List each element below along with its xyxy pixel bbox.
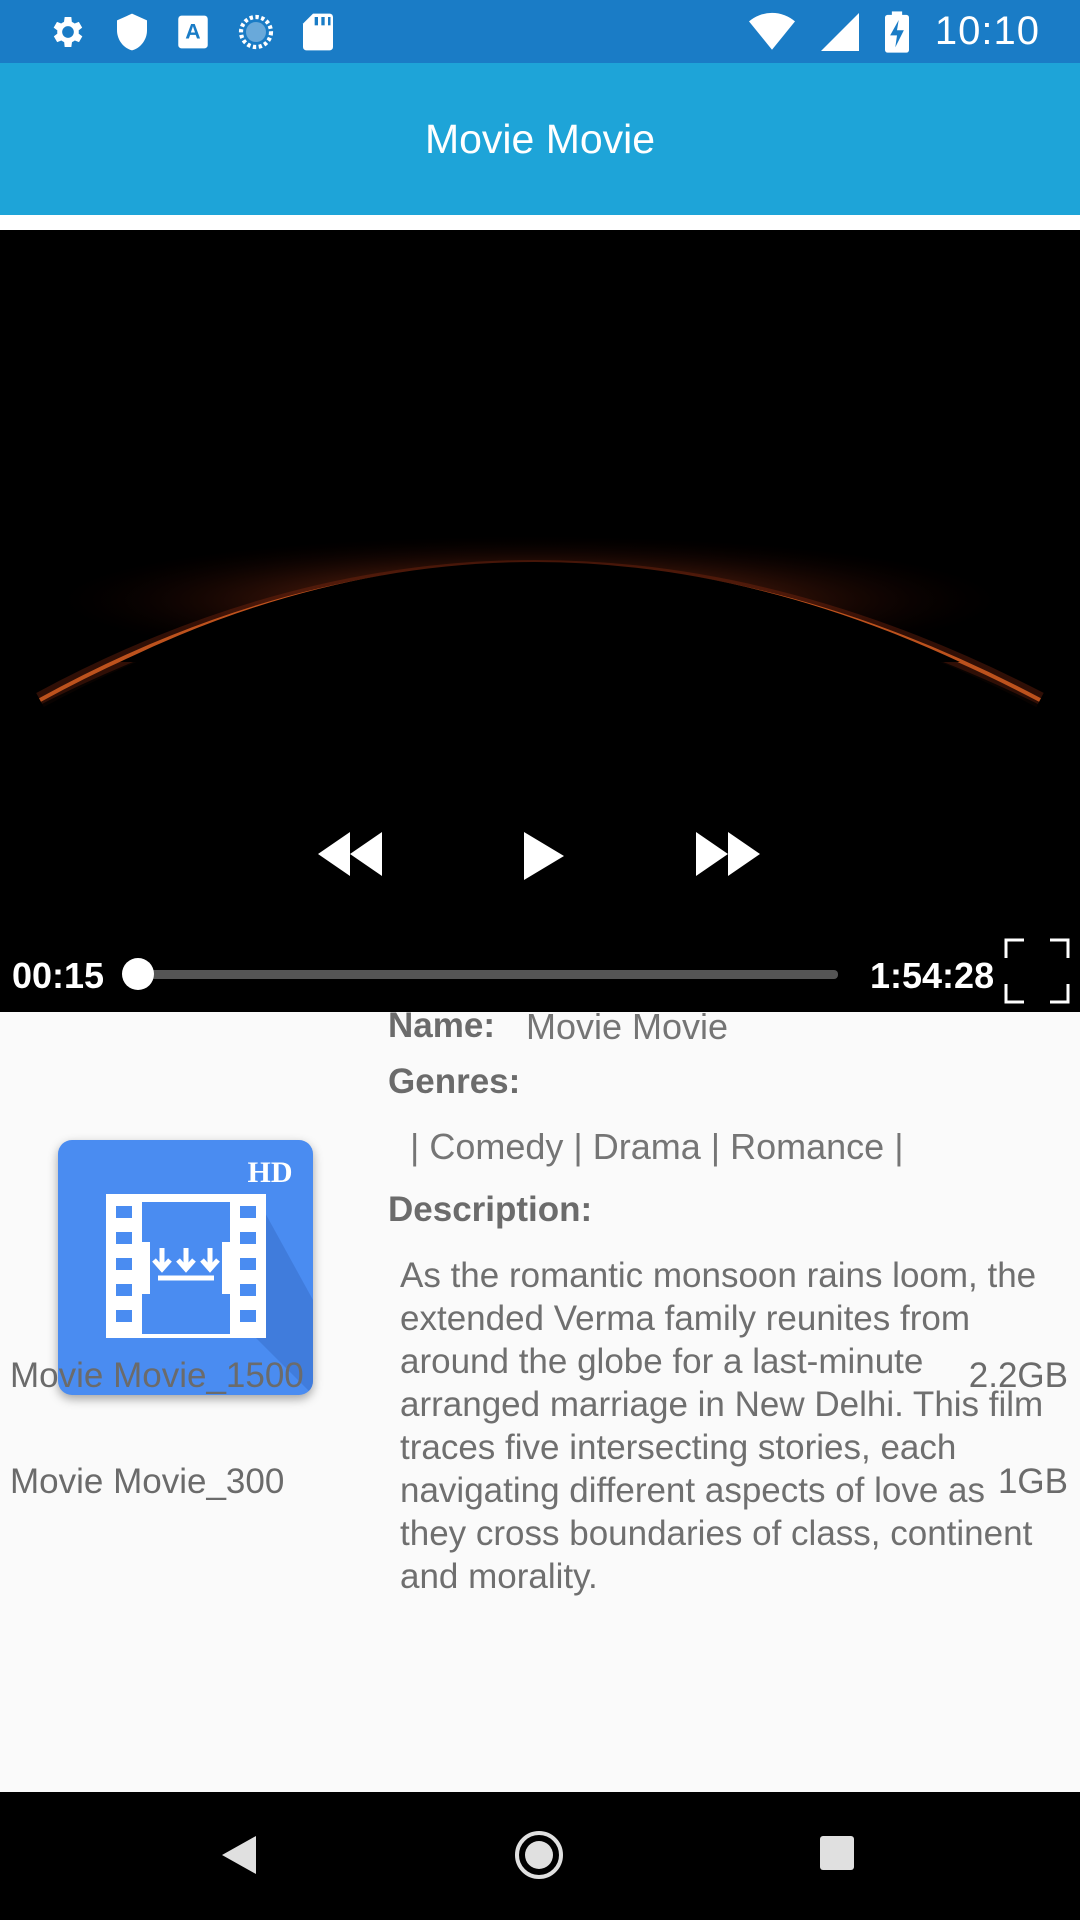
battery-charging-icon <box>884 10 909 53</box>
file-name: Movie Movie_300 <box>10 1462 285 1501</box>
current-time: 00:15 <box>12 955 105 996</box>
fast-forward-icon[interactable] <box>696 832 760 881</box>
sync-circle-icon <box>236 12 276 52</box>
total-time: 1:54:28 <box>870 955 995 996</box>
back-icon[interactable] <box>222 1836 256 1879</box>
wifi-icon <box>748 12 795 52</box>
status-right-icons: 10:10 <box>748 9 1040 54</box>
navigation-bar <box>0 1792 1080 1920</box>
file-size: 2.2GB <box>968 1356 1068 1395</box>
seek-thumb[interactable] <box>122 958 154 990</box>
a-text-icon: A <box>176 14 210 50</box>
page-title: Movie Movie <box>424 115 656 162</box>
app-bar: Movie Movie <box>0 63 1080 215</box>
file-name: Movie Movie_1500 <box>10 1356 304 1395</box>
seek-bar[interactable] <box>138 970 838 979</box>
status-bar: A 10:10 <box>0 0 1080 63</box>
genres-label: Genres: <box>388 1062 521 1101</box>
file-size: 1GB <box>997 1462 1068 1501</box>
recents-icon[interactable] <box>820 1836 854 1875</box>
description-label: Description: <box>388 1190 593 1229</box>
svg-text:A: A <box>185 19 200 43</box>
name-value: Movie Movie <box>526 1012 729 1047</box>
status-left-icons: A <box>48 12 334 52</box>
video-player[interactable] <box>0 230 1080 1012</box>
gear-icon <box>48 12 88 52</box>
divider <box>0 215 1080 230</box>
shield-icon <box>114 12 150 52</box>
rewind-icon[interactable] <box>318 832 382 881</box>
genres-value: | Comedy | Drama | Romance | <box>400 1126 904 1167</box>
fullscreen-icon[interactable] <box>1004 938 1070 1004</box>
cellular-signal-icon <box>820 12 859 52</box>
movie-details: Name: Movie Movie HD Genres: | Comedy | … <box>0 1012 1080 1792</box>
home-icon[interactable] <box>514 1830 564 1885</box>
play-icon[interactable] <box>524 832 564 885</box>
list-item[interactable]: Movie Movie_1500 2.2GB <box>0 1356 1080 1436</box>
sd-card-icon <box>302 12 334 52</box>
video-frame-glow <box>30 536 1050 730</box>
list-item[interactable]: Movie Movie_300 1GB <box>0 1462 1080 1542</box>
name-label: Name: <box>388 1012 495 1045</box>
hd-badge: HD <box>248 1156 293 1189</box>
clock: 10:10 <box>934 9 1040 53</box>
